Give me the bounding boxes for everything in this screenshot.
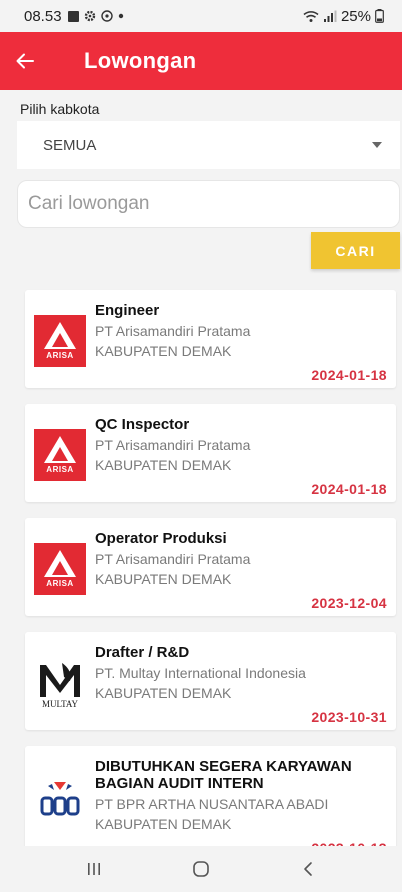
job-location: KABUPATEN DEMAK xyxy=(95,816,232,832)
status-left: 08.53 xyxy=(24,8,124,25)
arisa-logo-icon xyxy=(44,436,76,463)
job-location: KABUPATEN DEMAK xyxy=(95,457,232,473)
kabkota-label: Pilih kabkota xyxy=(20,101,100,117)
company-logo: ARISA xyxy=(34,429,86,481)
job-title: QC Inspector xyxy=(95,416,190,433)
search-input[interactable] xyxy=(28,193,399,215)
search-button[interactable]: CARI xyxy=(311,232,400,269)
arrow-left-icon xyxy=(16,53,34,69)
job-date: 2023-10-31 xyxy=(311,709,387,725)
status-right: 25% xyxy=(303,8,384,25)
job-title: Operator Produksi xyxy=(95,530,227,547)
company-name: PT. Multay International Indonesia xyxy=(95,665,306,681)
battery-percent: 25% xyxy=(340,7,371,25)
company-name: PT BPR ARTHA NUSANTARA ABADI xyxy=(95,796,329,812)
job-location: KABUPATEN DEMAK xyxy=(95,571,232,587)
search-box xyxy=(17,180,400,228)
app-bar: Lowongan xyxy=(0,32,402,90)
status-bar: 08.53 25% xyxy=(0,0,402,32)
settings-icon xyxy=(84,10,95,22)
company-name: PT Arisamandiri Pratama xyxy=(95,551,251,567)
company-logo-text: ARISA xyxy=(46,351,74,360)
job-title: Drafter / R&D xyxy=(95,644,190,661)
wifi-icon xyxy=(303,10,319,22)
company-logo-text: ARISA xyxy=(46,465,74,474)
company-logo xyxy=(34,776,86,828)
job-date: 2024-01-18 xyxy=(311,481,387,497)
job-card[interactable]: ARISA Operator Produksi PT Arisamandiri … xyxy=(25,518,396,616)
job-location: KABUPATEN DEMAK xyxy=(95,685,232,701)
job-card[interactable]: MULTAY Drafter / R&D PT. Multay Internat… xyxy=(25,632,396,730)
multay-logo-icon: MULTAY xyxy=(40,663,80,709)
company-logo: ARISA xyxy=(34,543,86,595)
company-logo: ARISA xyxy=(34,315,86,367)
job-card[interactable]: ARISA QC Inspector PT Arisamandiri Prata… xyxy=(25,404,396,502)
kabkota-selected-value: SEMUA xyxy=(43,136,97,154)
job-location: KABUPATEN DEMAK xyxy=(95,343,232,359)
recent-apps-button[interactable] xyxy=(64,849,124,889)
battery-icon xyxy=(375,9,384,23)
company-name: PT Arisamandiri Pratama xyxy=(95,323,251,339)
job-title: DIBUTUHKAN SEGERA KARYAWAN BAGIAN AUDIT … xyxy=(95,758,352,792)
company-logo-text: ARISA xyxy=(46,579,74,588)
job-date: 2023-12-04 xyxy=(311,595,387,611)
job-title: Engineer xyxy=(95,302,160,319)
arisa-logo-icon xyxy=(44,322,76,349)
job-card[interactable]: ARISA Engineer PT Arisamandiri Pratama K… xyxy=(25,290,396,388)
page-title: Lowongan xyxy=(84,48,197,73)
job-date: 2024-01-18 xyxy=(311,367,387,383)
back-nav-button[interactable] xyxy=(278,849,338,889)
system-nav-bar xyxy=(0,846,402,892)
status-time: 08.53 xyxy=(24,7,62,25)
kabkota-dropdown[interactable]: SEMUA xyxy=(17,121,400,169)
ana-logo-icon xyxy=(40,782,80,816)
company-name: PT Arisamandiri Pratama xyxy=(95,437,251,453)
company-logo-text: MULTAY xyxy=(42,699,79,709)
signal-icon xyxy=(323,10,337,22)
chevron-left-icon xyxy=(304,862,313,876)
home-button[interactable] xyxy=(171,849,231,889)
back-button[interactable] xyxy=(16,41,56,81)
caret-down-icon xyxy=(372,142,382,148)
home-icon xyxy=(193,861,209,877)
job-card[interactable]: DIBUTUHKAN SEGERA KARYAWAN BAGIAN AUDIT … xyxy=(25,746,396,856)
arisa-logo-icon xyxy=(44,550,76,577)
notification-icons xyxy=(67,10,124,22)
dot-icon xyxy=(118,13,123,19)
recent-apps-icon xyxy=(87,863,100,875)
gallery-icon xyxy=(67,10,79,22)
chat-icon xyxy=(100,10,113,22)
company-logo: MULTAY xyxy=(34,659,86,711)
